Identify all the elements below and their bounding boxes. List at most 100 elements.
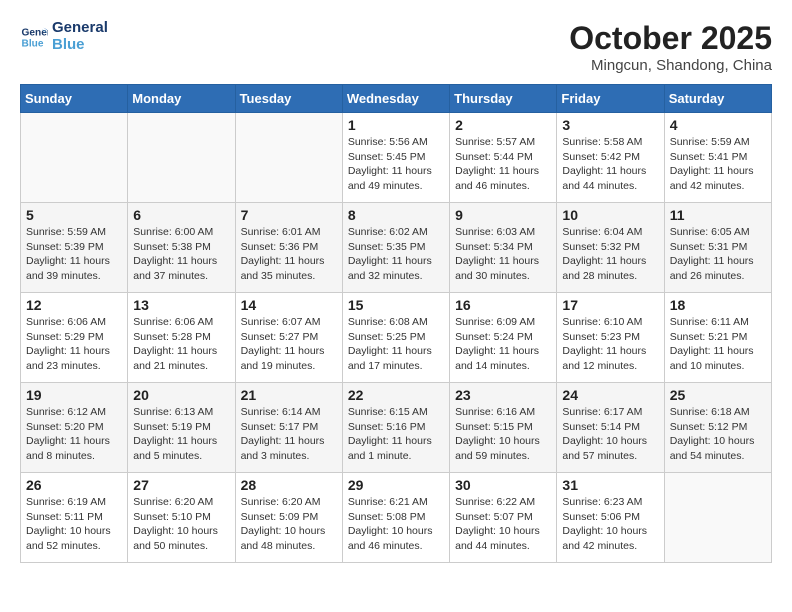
logo: General Blue General Blue — [20, 20, 108, 53]
logo-icon: General Blue — [20, 23, 48, 51]
day-info: Sunrise: 6:15 AM Sunset: 5:16 PM Dayligh… — [348, 405, 444, 464]
calendar-cell: 22Sunrise: 6:15 AM Sunset: 5:16 PM Dayli… — [342, 383, 449, 473]
calendar-cell: 25 Sunrise: 6:18 AM Sunset: 5:12 PM Dayli… — [664, 383, 771, 473]
calendar-cell: 18 Sunrise: 6:11 AM Sunset: 5:21 PM Dayli… — [664, 293, 771, 383]
day-number: 25 — [670, 387, 766, 403]
calendar-cell: 9 Sunrise: 6:03 AM Sunset: 5:34 PM Daylig… — [450, 203, 557, 293]
day-number: 3 — [562, 117, 658, 133]
day-number: 21 — [241, 387, 337, 403]
day-number: 9 — [455, 207, 551, 223]
day-info: Sunrise: 6:21 AM Sunset: 5:08 PM Dayligh… — [348, 495, 444, 554]
day-number: 28 — [241, 477, 337, 493]
calendar-cell: 1Sunrise: 5:56 AM Sunset: 5:45 PM Daylig… — [342, 113, 449, 203]
calendar-cell: 26Sunrise: 6:19 AM Sunset: 5:11 PM Dayli… — [21, 473, 128, 563]
day-number: 19 — [26, 387, 122, 403]
calendar-cell: 8 Sunrise: 6:02 AM Sunset: 5:35 PM Daylig… — [342, 203, 449, 293]
day-info: Sunrise: 6:13 AM Sunset: 5:19 PM Dayligh… — [133, 405, 229, 464]
calendar-cell: 20 Sunrise: 6:13 AM Sunset: 5:19 PM Dayli… — [128, 383, 235, 473]
weekday-header-saturday: Saturday — [664, 85, 771, 113]
day-info: Sunrise: 6:12 AM Sunset: 5:20 PM Dayligh… — [26, 405, 122, 464]
calendar-cell: 11 Sunrise: 6:05 AM Sunset: 5:31 PM Dayli… — [664, 203, 771, 293]
day-number: 24 — [562, 387, 658, 403]
week-row-5: 26Sunrise: 6:19 AM Sunset: 5:11 PM Dayli… — [21, 473, 772, 563]
day-info: Sunrise: 6:10 AM Sunset: 5:23 PM Dayligh… — [562, 315, 658, 374]
day-info: Sunrise: 6:22 AM Sunset: 5:07 PM Dayligh… — [455, 495, 551, 554]
day-number: 15 — [348, 297, 444, 313]
day-number: 31 — [562, 477, 658, 493]
day-info: Sunrise: 6:04 AM Sunset: 5:32 PM Dayligh… — [562, 225, 658, 284]
day-number: 27 — [133, 477, 229, 493]
day-info: Sunrise: 6:07 AM Sunset: 5:27 PM Dayligh… — [241, 315, 337, 374]
calendar-cell: 29 Sunrise: 6:21 AM Sunset: 5:08 PM Dayli… — [342, 473, 449, 563]
day-info: Sunrise: 6:03 AM Sunset: 5:34 PM Dayligh… — [455, 225, 551, 284]
day-number: 10 — [562, 207, 658, 223]
day-number: 13 — [133, 297, 229, 313]
day-info: Sunrise: 6:01 AM Sunset: 5:36 PM Dayligh… — [241, 225, 337, 284]
weekday-header-sunday: Sunday — [21, 85, 128, 113]
calendar-cell — [21, 113, 128, 203]
day-info: Sunrise: 6:16 AM Sunset: 5:15 PM Dayligh… — [455, 405, 551, 464]
day-info: Sunrise: 6:17 AM Sunset: 5:14 PM Dayligh… — [562, 405, 658, 464]
day-number: 5 — [26, 207, 122, 223]
day-number: 18 — [670, 297, 766, 313]
day-info: Sunrise: 6:08 AM Sunset: 5:25 PM Dayligh… — [348, 315, 444, 374]
day-number: 16 — [455, 297, 551, 313]
calendar-cell — [664, 473, 771, 563]
day-number: 29 — [348, 477, 444, 493]
calendar-cell: 14 Sunrise: 6:07 AM Sunset: 5:27 PM Dayli… — [235, 293, 342, 383]
month-title: October 2025 — [569, 20, 772, 57]
day-info: Sunrise: 6:14 AM Sunset: 5:17 PM Dayligh… — [241, 405, 337, 464]
weekday-header-tuesday: Tuesday — [235, 85, 342, 113]
day-number: 2 — [455, 117, 551, 133]
day-number: 17 — [562, 297, 658, 313]
calendar-cell: 5 Sunrise: 5:59 AM Sunset: 5:39 PM Daylig… — [21, 203, 128, 293]
day-info: Sunrise: 6:00 AM Sunset: 5:38 PM Dayligh… — [133, 225, 229, 284]
day-number: 14 — [241, 297, 337, 313]
calendar-cell: 6Sunrise: 6:00 AM Sunset: 5:38 PM Daylig… — [128, 203, 235, 293]
calendar-cell: 4 Sunrise: 5:59 AM Sunset: 5:41 PM Daylig… — [664, 113, 771, 203]
day-info: Sunrise: 5:57 AM Sunset: 5:44 PM Dayligh… — [455, 135, 551, 194]
day-info: Sunrise: 5:58 AM Sunset: 5:42 PM Dayligh… — [562, 135, 658, 194]
day-number: 23 — [455, 387, 551, 403]
day-info: Sunrise: 6:20 AM Sunset: 5:10 PM Dayligh… — [133, 495, 229, 554]
calendar-cell: 27 Sunrise: 6:20 AM Sunset: 5:10 PM Dayli… — [128, 473, 235, 563]
weekday-header-friday: Friday — [557, 85, 664, 113]
weekday-header-thursday: Thursday — [450, 85, 557, 113]
calendar-cell: 31 Sunrise: 6:23 AM Sunset: 5:06 PM Dayli… — [557, 473, 664, 563]
day-info: Sunrise: 5:59 AM Sunset: 5:41 PM Dayligh… — [670, 135, 766, 194]
day-info: Sunrise: 5:59 AM Sunset: 5:39 PM Dayligh… — [26, 225, 122, 284]
calendar-cell — [128, 113, 235, 203]
calendar-cell: 28 Sunrise: 6:20 AM Sunset: 5:09 PM Dayli… — [235, 473, 342, 563]
day-info: Sunrise: 6:05 AM Sunset: 5:31 PM Dayligh… — [670, 225, 766, 284]
day-info: Sunrise: 5:56 AM Sunset: 5:45 PM Dayligh… — [348, 135, 444, 194]
calendar-cell: 23 Sunrise: 6:16 AM Sunset: 5:15 PM Dayli… — [450, 383, 557, 473]
header: General Blue General Blue October 2025 M… — [20, 20, 772, 74]
calendar-cell: 7Sunrise: 6:01 AM Sunset: 5:36 PM Daylig… — [235, 203, 342, 293]
day-info: Sunrise: 6:18 AM Sunset: 5:12 PM Dayligh… — [670, 405, 766, 464]
location-subtitle: Mingcun, Shandong, China — [569, 57, 772, 74]
day-number: 30 — [455, 477, 551, 493]
calendar-cell: 24 Sunrise: 6:17 AM Sunset: 5:14 PM Dayli… — [557, 383, 664, 473]
calendar-cell: 30 Sunrise: 6:22 AM Sunset: 5:07 PM Dayli… — [450, 473, 557, 563]
day-info: Sunrise: 6:19 AM Sunset: 5:11 PM Dayligh… — [26, 495, 122, 554]
day-info: Sunrise: 6:02 AM Sunset: 5:35 PM Dayligh… — [348, 225, 444, 284]
logo-blue: Blue — [52, 37, 108, 54]
calendar-cell — [235, 113, 342, 203]
week-row-3: 12Sunrise: 6:06 AM Sunset: 5:29 PM Dayli… — [21, 293, 772, 383]
calendar-body: 1Sunrise: 5:56 AM Sunset: 5:45 PM Daylig… — [21, 113, 772, 563]
calendar-cell: 10 Sunrise: 6:04 AM Sunset: 5:32 PM Dayli… — [557, 203, 664, 293]
day-number: 4 — [670, 117, 766, 133]
calendar-cell: 21 Sunrise: 6:14 AM Sunset: 5:17 PM Dayli… — [235, 383, 342, 473]
calendar-cell: 15 Sunrise: 6:08 AM Sunset: 5:25 PM Dayli… — [342, 293, 449, 383]
weekday-header-row: SundayMondayTuesdayWednesdayThursdayFrid… — [21, 85, 772, 113]
day-number: 8 — [348, 207, 444, 223]
day-number: 20 — [133, 387, 229, 403]
calendar-cell: 2 Sunrise: 5:57 AM Sunset: 5:44 PM Daylig… — [450, 113, 557, 203]
week-row-2: 5 Sunrise: 5:59 AM Sunset: 5:39 PM Daylig… — [21, 203, 772, 293]
calendar-cell: 16Sunrise: 6:09 AM Sunset: 5:24 PM Dayli… — [450, 293, 557, 383]
day-info: Sunrise: 6:20 AM Sunset: 5:09 PM Dayligh… — [241, 495, 337, 554]
day-number: 11 — [670, 207, 766, 223]
day-info: Sunrise: 6:11 AM Sunset: 5:21 PM Dayligh… — [670, 315, 766, 374]
day-info: Sunrise: 6:23 AM Sunset: 5:06 PM Dayligh… — [562, 495, 658, 554]
calendar-cell: 13Sunrise: 6:06 AM Sunset: 5:28 PM Dayli… — [128, 293, 235, 383]
